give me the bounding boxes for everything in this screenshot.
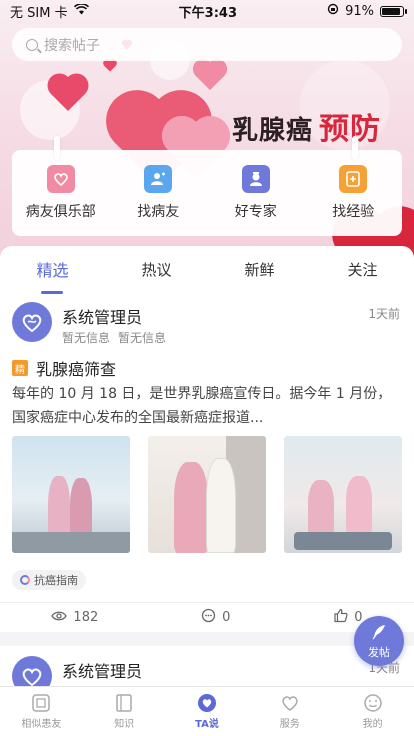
comment-icon bbox=[201, 608, 216, 627]
heart-chat-icon bbox=[197, 693, 217, 713]
card-pin bbox=[54, 136, 60, 160]
quick-menu-find-patient[interactable]: 找病友 bbox=[113, 165, 203, 221]
tag-icon bbox=[20, 575, 30, 585]
heart-decoration bbox=[195, 61, 225, 91]
comments-count: 0 bbox=[222, 610, 231, 625]
rotation-lock-icon bbox=[327, 3, 339, 19]
quick-menu-expert[interactable]: 好专家 bbox=[211, 165, 301, 221]
figure-shape bbox=[308, 480, 334, 536]
post-author[interactable]: 系统管理员 bbox=[62, 304, 142, 328]
topic-tag-label: 抗癌指南 bbox=[34, 574, 78, 587]
topic-tag[interactable]: 抗癌指南 bbox=[12, 570, 86, 590]
quick-menu-label: 找经验 bbox=[332, 204, 375, 220]
nav-knowledge[interactable]: 知识 bbox=[89, 693, 159, 730]
figure-shape bbox=[346, 476, 372, 534]
featured-badge: 精 bbox=[12, 360, 28, 376]
post-time: 1天前 bbox=[368, 307, 400, 321]
post-author-meta: 暂无信息 暂无信息 bbox=[62, 329, 166, 346]
post-author[interactable]: 系统管理员 bbox=[62, 658, 142, 682]
nav-similar-patients[interactable]: 相似患友 bbox=[6, 693, 76, 730]
feed-tabs: 精选 热议 新鲜 关注 bbox=[0, 246, 414, 292]
post-actions: 182 0 0 bbox=[0, 602, 414, 632]
tab-hot[interactable]: 热议 bbox=[133, 255, 179, 284]
card-pin bbox=[352, 136, 358, 160]
nav-label: 我的 bbox=[362, 719, 383, 730]
nav-label: 服务 bbox=[279, 719, 300, 730]
nav-ta-says[interactable]: TA说 bbox=[172, 693, 242, 730]
experience-icon bbox=[339, 165, 368, 193]
feather-icon bbox=[370, 623, 388, 644]
post-title-row: 精 乳腺癌筛查 bbox=[12, 356, 116, 380]
views-count: 182 bbox=[73, 610, 99, 625]
smiley-icon bbox=[363, 693, 383, 713]
views-stat: 182 bbox=[51, 610, 98, 626]
quick-menu-label: 好专家 bbox=[234, 204, 277, 220]
status-bar: 无 SIM 卡 下午3:43 91% bbox=[0, 0, 414, 22]
quick-menu-label: 病友俱乐部 bbox=[25, 204, 96, 220]
find-patient-icon bbox=[144, 165, 173, 193]
battery-icon bbox=[379, 5, 407, 17]
quick-menu-card: 病友俱乐部 找病友 好专家 找经验 bbox=[12, 136, 402, 236]
similar-patient-icon bbox=[31, 693, 51, 713]
status-time: 下午3:43 bbox=[178, 5, 237, 21]
club-icon bbox=[46, 165, 75, 193]
quick-menu-experience[interactable]: 找经验 bbox=[308, 165, 398, 221]
new-post-button[interactable]: 发帖 bbox=[354, 616, 404, 666]
nav-label: 知识 bbox=[114, 719, 135, 730]
eye-icon bbox=[51, 610, 68, 626]
book-icon bbox=[114, 693, 134, 713]
figure-shape bbox=[174, 462, 208, 553]
avatar-logo-icon bbox=[22, 668, 42, 686]
post-image[interactable] bbox=[12, 436, 130, 553]
post-summary[interactable]: 每年的 10 月 18 日，是世界乳腺癌宣传日。据今年 1 月份，国家癌症中心发… bbox=[12, 382, 404, 430]
nav-label: TA说 bbox=[195, 719, 219, 730]
avatar[interactable] bbox=[12, 656, 52, 686]
nav-mine[interactable]: 我的 bbox=[338, 693, 408, 730]
author-meta-1: 暂无信息 bbox=[62, 331, 111, 345]
post-card[interactable]: 系统管理员 暂无信息 暂无信息 1天前 精 乳腺癌筛查 每年的 10 月 18 日… bbox=[0, 292, 414, 632]
new-post-label: 发帖 bbox=[368, 645, 390, 659]
tab-featured[interactable]: 精选 bbox=[28, 253, 76, 285]
tab-new[interactable]: 新鲜 bbox=[236, 255, 282, 284]
carrier-label: 无 SIM 卡 bbox=[10, 5, 68, 21]
expert-icon bbox=[241, 165, 270, 193]
banner-title: 乳腺癌 预防 bbox=[232, 104, 381, 148]
post-image-grid bbox=[12, 436, 402, 553]
quick-menu-club[interactable]: 病友俱乐部 bbox=[16, 165, 106, 221]
search-bar[interactable]: 搜索帖子 bbox=[12, 28, 402, 61]
post-title[interactable]: 乳腺癌筛查 bbox=[36, 356, 116, 380]
battery-percent: 91% bbox=[345, 3, 374, 19]
banner-title-dark: 乳腺癌 bbox=[232, 116, 314, 146]
heart-decoration bbox=[104, 60, 116, 72]
like-button[interactable]: 0 bbox=[333, 608, 363, 627]
thumbs-up-icon bbox=[333, 608, 348, 627]
comment-button[interactable]: 0 bbox=[201, 608, 230, 627]
author-meta-2: 暂无信息 bbox=[118, 331, 167, 345]
banner-title-red: 预防 bbox=[319, 112, 382, 147]
wifi-icon bbox=[73, 2, 89, 19]
post-image[interactable] bbox=[148, 436, 266, 553]
avatar[interactable] bbox=[12, 302, 52, 342]
bench-shape bbox=[294, 532, 392, 550]
ground-shape bbox=[12, 532, 130, 553]
quick-menu-label: 找病友 bbox=[137, 204, 180, 220]
nav-label: 相似患友 bbox=[21, 719, 62, 730]
search-icon bbox=[26, 38, 38, 51]
nav-service[interactable]: 服务 bbox=[255, 693, 325, 730]
post-image[interactable] bbox=[284, 436, 402, 553]
post-card[interactable]: 系统管理员 1天前 bbox=[0, 646, 414, 686]
search-placeholder: 搜索帖子 bbox=[44, 37, 100, 54]
figure-shape bbox=[206, 458, 236, 553]
bottom-nav: 相似患友 知识 TA说 服务 我的 bbox=[0, 686, 414, 736]
heart-outline-icon bbox=[280, 693, 300, 713]
tab-following[interactable]: 关注 bbox=[339, 255, 385, 284]
avatar-logo-icon bbox=[22, 314, 42, 333]
